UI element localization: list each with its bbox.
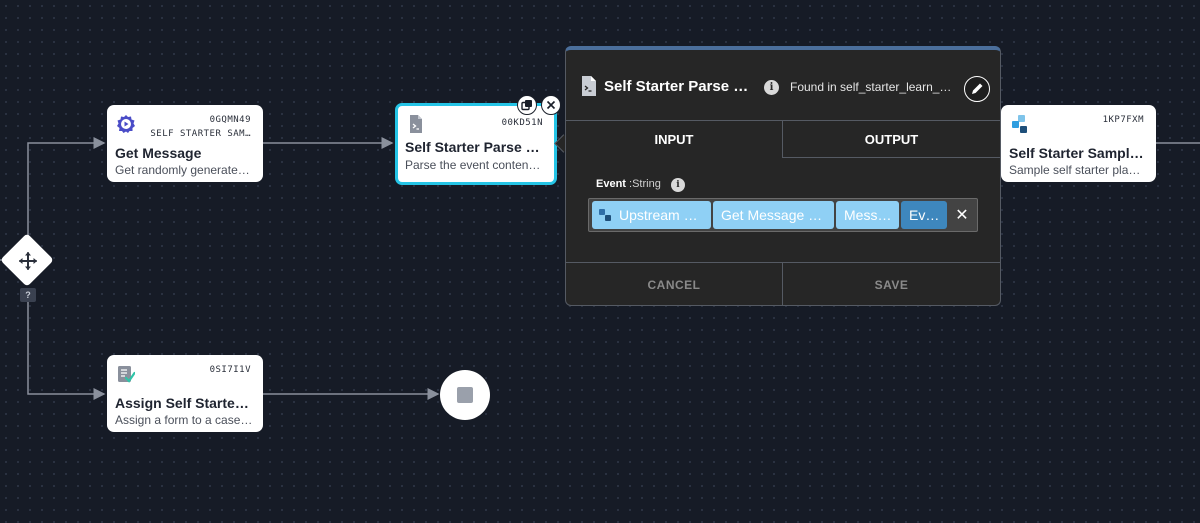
- node-description: Sample self starter pla…: [1009, 163, 1141, 177]
- save-button[interactable]: SAVE: [783, 263, 1000, 306]
- node-id: 0GQMN49: [209, 115, 251, 125]
- cancel-button[interactable]: CANCEL: [566, 263, 783, 306]
- panel-footer: CANCEL SAVE: [566, 262, 1000, 306]
- panel-tabs: INPUT OUTPUT: [566, 120, 1000, 158]
- node-assign-self-starter[interactable]: 0SI7I1V Assign Self Starte… Assign a for…: [107, 355, 263, 432]
- form-check-icon: [118, 366, 135, 383]
- tab-output[interactable]: OUTPUT: [783, 120, 1000, 158]
- node-self-starter-parse[interactable]: 00KD51N Self Starter Parse … Parse the e…: [395, 103, 557, 185]
- script-file-icon: [582, 76, 596, 96]
- node-description: Parse the event conten…: [405, 158, 541, 172]
- event-field-label: Event :String: [596, 178, 661, 190]
- duplicate-node-button[interactable]: [517, 95, 537, 115]
- node-id: 1KP7FXM: [1102, 115, 1144, 125]
- event-path-input[interactable]: Upstream … Get Message … Mess… Ev… ✕: [588, 198, 978, 232]
- node-description: Assign a form to a case…: [115, 413, 253, 427]
- node-properties-panel: Self Starter Parse … i Found in self_sta…: [565, 46, 1001, 306]
- play-chip-icon: [117, 115, 135, 133]
- node-title: Assign Self Starte…: [115, 395, 249, 411]
- node-description: Get randomly generate…: [115, 163, 250, 177]
- info-icon[interactable]: i: [671, 178, 685, 192]
- node-id: 0SI7I1V: [209, 365, 251, 375]
- field-type: :String: [629, 178, 661, 190]
- move-arrows-icon: [19, 252, 37, 270]
- panel-title: Self Starter Parse …: [604, 78, 749, 95]
- clear-path-button[interactable]: ✕: [951, 201, 973, 229]
- edit-button[interactable]: [964, 76, 990, 102]
- node-title: Self Starter Sampl…: [1009, 145, 1144, 161]
- node-get-message[interactable]: 0GQMN49 SELF STARTER SAM… Get Message Ge…: [107, 105, 263, 182]
- blocks-icon: [1012, 115, 1027, 133]
- branch-badge: ?: [20, 288, 36, 302]
- pencil-icon: [972, 83, 983, 94]
- node-id: 00KD51N: [501, 118, 543, 128]
- node-self-starter-sample[interactable]: 1KP7FXM Self Starter Sampl… Sample self …: [1001, 105, 1156, 182]
- node-title: Get Message: [115, 145, 202, 161]
- path-chip-message[interactable]: Mess…: [836, 201, 899, 229]
- field-name: Event: [596, 178, 626, 190]
- end-node[interactable]: [440, 370, 490, 420]
- info-icon[interactable]: i: [764, 80, 779, 95]
- blocks-icon: [599, 209, 611, 221]
- tab-input[interactable]: INPUT: [566, 120, 783, 158]
- script-file-icon: [410, 115, 422, 133]
- copy-icon: [521, 100, 532, 111]
- found-in-text: Found in self_starter_learn_…: [790, 80, 952, 94]
- close-icon: [546, 100, 556, 110]
- delete-node-button[interactable]: [541, 95, 561, 115]
- path-chip-event[interactable]: Ev…: [901, 201, 947, 229]
- path-chip-get-message[interactable]: Get Message …: [713, 201, 834, 229]
- stop-icon: [457, 387, 473, 403]
- path-chip-upstream[interactable]: Upstream …: [592, 201, 711, 229]
- chip-label: Upstream …: [619, 207, 698, 223]
- node-type: SELF STARTER SAM…: [150, 129, 251, 139]
- node-title: Self Starter Parse …: [405, 139, 540, 155]
